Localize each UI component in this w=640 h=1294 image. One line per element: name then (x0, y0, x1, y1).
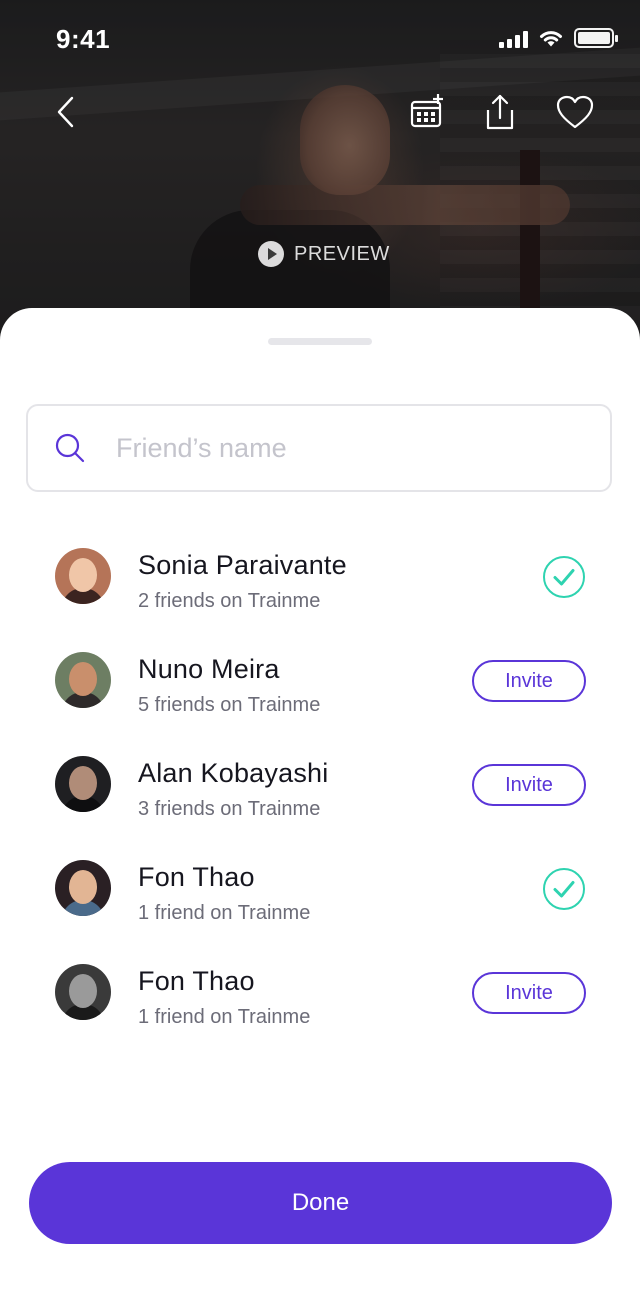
list-item: Fon Thao 1 friend on Trainme (0, 848, 640, 952)
avatar (55, 860, 111, 916)
check-circle-icon[interactable] (542, 867, 586, 911)
list-item: Fon Thao 1 friend on Trainme Invite (0, 952, 640, 1056)
heart-icon (556, 95, 594, 129)
battery-icon (574, 28, 618, 48)
search-field[interactable] (26, 404, 612, 492)
friend-name: Nuno Meira (138, 654, 280, 684)
friend-name: Alan Kobayashi (138, 758, 329, 788)
invite-button[interactable]: Invite (472, 764, 586, 806)
chevron-left-icon (57, 96, 74, 128)
favorite-button[interactable] (551, 88, 599, 136)
wifi-icon (540, 31, 562, 47)
done-button[interactable]: Done (29, 1162, 612, 1244)
preview-label: PREVIEW (294, 242, 390, 265)
search-icon (55, 433, 85, 463)
friend-name: Fon Thao (138, 966, 255, 996)
status-bar: 9:41 (0, 0, 640, 80)
cellular-signal-icon (499, 30, 528, 48)
share-button[interactable] (476, 88, 524, 136)
add-to-calendar-button[interactable] (402, 88, 450, 136)
avatar (55, 756, 111, 812)
friend-list: Sonia Paraivante 2 friends on Trainme Nu… (0, 536, 640, 1056)
friend-name: Fon Thao (138, 862, 255, 892)
avatar (55, 964, 111, 1020)
avatar (55, 652, 111, 708)
invite-friends-sheet: Sonia Paraivante 2 friends on Trainme Nu… (0, 308, 640, 1294)
calendar-add-icon (410, 94, 443, 128)
sheet-grabber[interactable] (268, 338, 372, 345)
invite-button[interactable]: Invite (472, 660, 586, 702)
check-circle-icon[interactable] (542, 555, 586, 599)
status-time: 9:41 (56, 24, 111, 54)
friend-subtitle: 1 friend on Trainme (138, 1006, 311, 1028)
friend-subtitle: 1 friend on Trainme (138, 902, 311, 924)
friend-name: Sonia Paraivante (138, 550, 347, 580)
friend-subtitle: 5 friends on Trainme (138, 694, 321, 716)
hero-image: 9:41 PREVIEW (0, 0, 640, 340)
invite-button[interactable]: Invite (472, 972, 586, 1014)
share-icon (486, 94, 514, 130)
avatar (55, 548, 111, 604)
list-item: Sonia Paraivante 2 friends on Trainme (0, 536, 640, 640)
preview-button[interactable]: PREVIEW (258, 240, 390, 268)
play-icon (258, 241, 284, 267)
search-input[interactable] (116, 432, 556, 464)
back-button[interactable] (42, 88, 90, 136)
status-icons (499, 28, 618, 48)
list-item: Nuno Meira 5 friends on Trainme Invite (0, 640, 640, 744)
friend-subtitle: 2 friends on Trainme (138, 590, 321, 612)
list-item: Alan Kobayashi 3 friends on Trainme Invi… (0, 744, 640, 848)
friend-subtitle: 3 friends on Trainme (138, 798, 321, 820)
